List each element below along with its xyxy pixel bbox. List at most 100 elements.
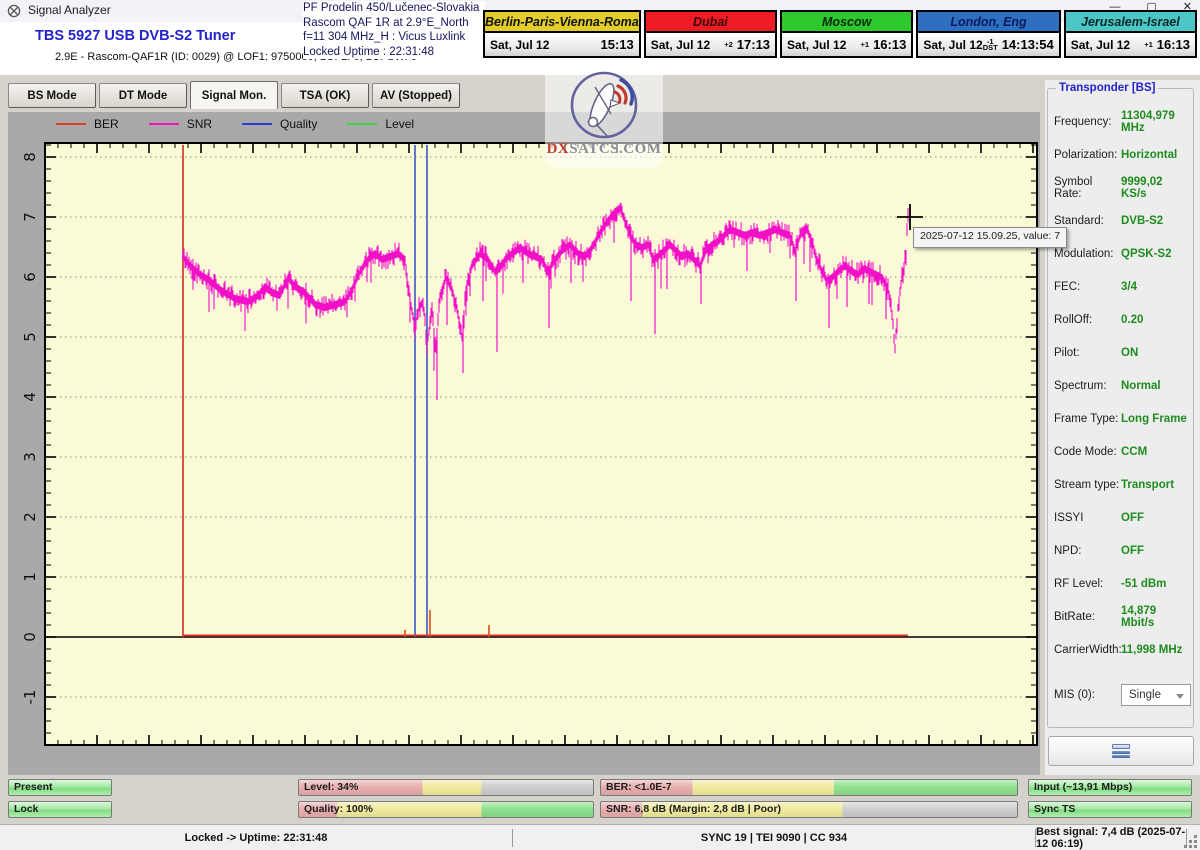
transponder-groupbox: Transponder [BS] Frequency: 11304,979 MH…	[1047, 88, 1194, 728]
clock-date: Sat, Jul 12	[651, 38, 710, 52]
clock: Berlin-Paris-Vienna-Roma Sat, Jul 12 15:…	[483, 10, 641, 58]
field-value: 3/4	[1121, 281, 1137, 293]
field-label: Code Mode:	[1054, 446, 1121, 458]
field-value: -51 dBm	[1121, 578, 1166, 590]
legend-label: Level	[385, 117, 414, 131]
transponder-row: FEC: 3/4	[1054, 270, 1191, 303]
legend-label: BER	[94, 117, 119, 131]
legend-item: Level	[347, 117, 414, 131]
field-label: BitRate:	[1054, 611, 1121, 623]
mode-tab-button[interactable]: DT Mode	[99, 83, 187, 108]
present-indicator: Present	[8, 779, 112, 796]
field-value: QPSK-S2	[1121, 248, 1172, 260]
mis-label: MIS (0):	[1054, 689, 1121, 701]
status-best-signal: Best signal: 7,4 dB (2025-07-12 06:19)	[1036, 825, 1186, 850]
transponder-row: Symbol Rate: 9999,02 KS/s	[1054, 171, 1191, 204]
transponder-row: Code Mode: CCM	[1054, 435, 1191, 468]
mode-tab-button[interactable]: BS Mode	[8, 83, 96, 108]
svg-text:5: 5	[21, 332, 39, 342]
clock-time: 15:13	[601, 37, 634, 52]
stream-capture-button[interactable]	[1048, 736, 1194, 766]
transponder-panel: Transponder [BS] Frequency: 11304,979 MH…	[1045, 80, 1200, 775]
field-label: Symbol Rate:	[1054, 176, 1121, 200]
transponder-row: ISSYI OFF	[1054, 501, 1191, 534]
clock-city-name: London, Eng	[950, 15, 1026, 29]
field-label: ISSYI	[1054, 512, 1121, 524]
field-label: Frame Type:	[1054, 413, 1121, 425]
site-info-line: PF Prodelin 450/Lučenec-Slovakia	[303, 1, 479, 16]
chart-panel: BER SNR Quality Level 876543210-1	[8, 112, 1040, 775]
transponder-row: Polarization: Horizontal	[1054, 138, 1191, 171]
site-info-line: Locked Uptime : 22:31:48	[303, 45, 479, 60]
clock-time: 17:13	[737, 37, 770, 52]
legend-line-swatch	[242, 123, 272, 125]
legend-line-swatch	[149, 123, 179, 125]
field-label: Stream type:	[1054, 479, 1121, 491]
field-value: Horizontal	[1121, 149, 1177, 161]
status-uptime: Locked -> Uptime: 22:31:48	[0, 825, 512, 850]
mis-selected-value: Single	[1129, 689, 1161, 701]
ber-indicator: BER: <1.0E-7	[600, 779, 1018, 796]
field-label: RollOff:	[1054, 314, 1121, 326]
field-value: DVB-S2	[1121, 215, 1163, 227]
world-clocks: Berlin-Paris-Vienna-Roma Sat, Jul 12 15:…	[483, 10, 1197, 58]
mode-tab-button[interactable]: TSA (OK)	[281, 83, 369, 108]
status-sync-counters: SYNC 19 | TEI 9090 | CC 934	[513, 825, 1035, 850]
mode-tabs: BS Mode DT Mode Signal Mon. TSA (OK) AV …	[8, 83, 460, 109]
transponder-row: Stream type: Transport	[1054, 468, 1191, 501]
transponder-row: BitRate: 14,879 Mbit/s	[1054, 600, 1191, 633]
clock-date: Sat, Jul 12	[923, 38, 982, 52]
input-bitrate-indicator: Input (~13,91 Mbps)	[1028, 779, 1192, 796]
field-value: 14,879 Mbit/s	[1121, 605, 1191, 629]
field-value: Long Frame	[1121, 413, 1187, 425]
chart-legend: BER SNR Quality Level	[8, 112, 1040, 135]
snr-indicator: SNR: 6,8 dB (Margin: 2,8 dB | Poor)	[600, 801, 1018, 818]
transponder-title: Transponder [BS]	[1056, 82, 1158, 94]
lock-indicator: Lock	[8, 801, 112, 818]
svg-text:6: 6	[21, 272, 39, 282]
resize-grip[interactable]	[1194, 845, 1197, 848]
clock-time-row: Sat, Jul 12 +2 17:13	[646, 33, 775, 56]
satellite-dish-icon	[7, 4, 21, 23]
clock-city-header: Moscow	[782, 12, 911, 33]
svg-text:0: 0	[21, 632, 39, 642]
clock-time: 16:13	[1157, 37, 1190, 52]
signal-trend-plot[interactable]: 876543210-1	[8, 135, 1040, 775]
transponder-row: RF Level: -51 dBm	[1054, 567, 1191, 600]
field-label: Polarization:	[1054, 149, 1121, 161]
clock-date: Sat, Jul 12	[787, 38, 846, 52]
device-title: TBS 5927 USB DVB-S2 Tuner	[35, 28, 235, 44]
legend-item: SNR	[149, 117, 212, 131]
clock-city-header: Dubai	[646, 12, 775, 33]
field-value: ON	[1121, 347, 1138, 359]
clock-time-row: Sat, Jul 12 +1 16:13	[1066, 33, 1195, 56]
quality-indicator: Quality: 100%	[298, 801, 594, 818]
clock-city-name: Dubai	[693, 15, 728, 29]
mis-dropdown[interactable]: Single	[1121, 684, 1191, 706]
transponder-row: Pilot: ON	[1054, 336, 1191, 369]
mode-tab-button[interactable]: Signal Mon.	[190, 81, 278, 109]
drive-stack-icon	[1112, 744, 1130, 758]
field-label: CarrierWidth:	[1054, 644, 1121, 656]
transponder-row: RollOff: 0.20	[1054, 303, 1191, 336]
chart-tooltip: 2025-07-12 15.09.25, value: 7	[913, 227, 1067, 248]
clock-time-row: Sat, Jul 12 -1 DST 14:13:54	[918, 33, 1058, 56]
clock: Dubai Sat, Jul 12 +2 17:13	[644, 10, 777, 58]
mode-tab-button[interactable]: AV (Stopped)	[372, 83, 460, 108]
legend-label: Quality	[280, 117, 317, 131]
transponder-row: Standard: DVB-S2	[1054, 204, 1191, 237]
clock-date: Sat, Jul 12	[1071, 38, 1130, 52]
svg-text:-1: -1	[21, 690, 39, 705]
field-label: RF Level:	[1054, 578, 1121, 590]
site-info-line: f=11 304 MHz_H : Vicus Luxlink	[303, 30, 479, 45]
level-indicator: Level: 34%	[298, 779, 594, 796]
field-value: Transport	[1121, 479, 1174, 491]
svg-text:7: 7	[21, 212, 39, 222]
transponder-row: NPD: OFF	[1054, 534, 1191, 567]
clock-city-header: Berlin-Paris-Vienna-Roma	[485, 12, 639, 33]
clock-utc-offset: +1	[1144, 42, 1153, 48]
svg-text:2: 2	[21, 512, 39, 522]
field-value: OFF	[1121, 545, 1144, 557]
transponder-row: Frame Type: Long Frame	[1054, 402, 1191, 435]
chevron-down-icon	[1176, 694, 1184, 699]
